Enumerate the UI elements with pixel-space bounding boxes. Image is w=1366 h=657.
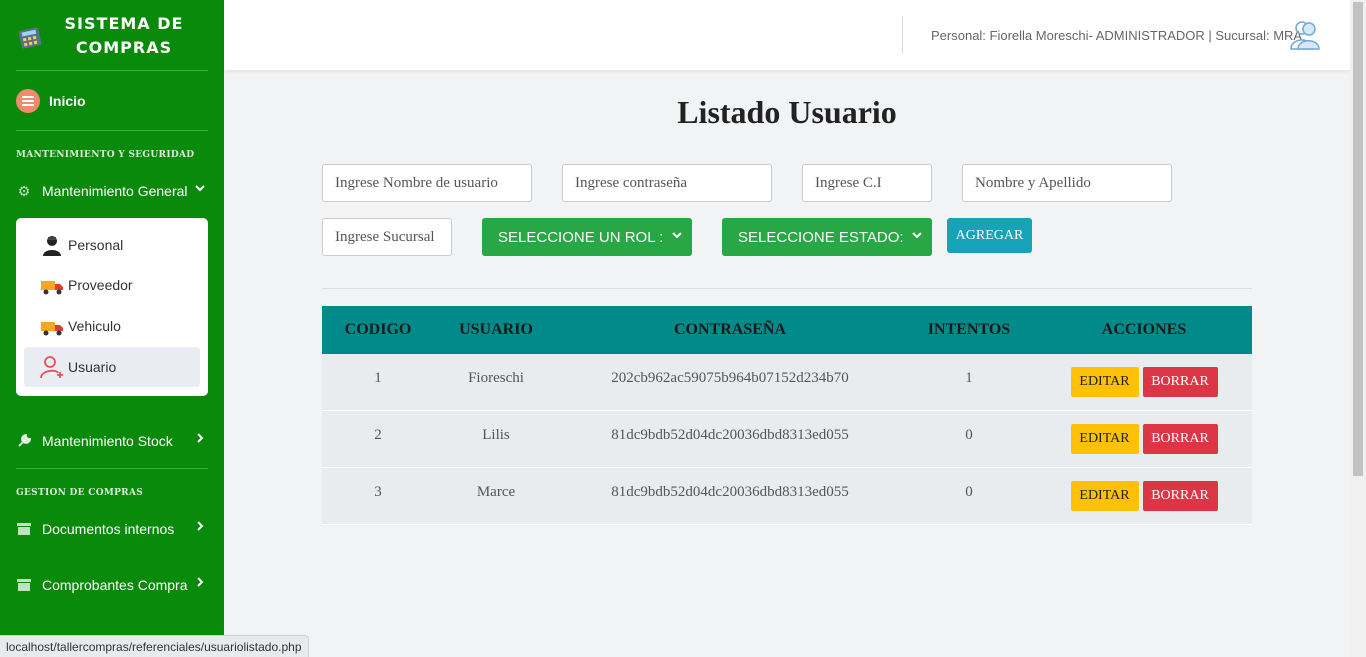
sidebar-section-heading: MANTENIMIENTO Y SEGURIDAD [16, 150, 195, 160]
cell-intentos: 0 [965, 426, 973, 443]
user-info[interactable]: Personal: Fiorella Moreschi- ADMINISTRAD… [931, 28, 1302, 43]
users-table: CODIGO USUARIO CONTRASEÑA INTENTOS ACCIO… [322, 306, 1252, 525]
calculator-logo-icon [18, 27, 42, 49]
sidebar-divider [16, 130, 208, 131]
add-button[interactable]: AGREGAR [947, 218, 1032, 253]
cell-acciones: EDITAR BORRAR [1036, 481, 1252, 511]
wrench-icon [16, 433, 32, 449]
rol-select-value: SELECCIONE UN ROL : [498, 228, 664, 246]
sidebar-item-inicio[interactable]: Inicio [16, 88, 86, 114]
cell-intentos: 1 [965, 369, 973, 386]
cell-usuario: Lilis [482, 426, 510, 443]
chevron-down-icon [672, 229, 682, 243]
edit-button[interactable]: EDITAR [1070, 424, 1139, 454]
username-input[interactable] [322, 164, 532, 202]
table-row: 3 Marce 81dc9bdb52d04dc20036dbd8313ed055… [322, 468, 1252, 525]
chevron-down-icon [912, 229, 922, 243]
sidebar-item-comprobantes-compra[interactable]: Comprobantes Compra [16, 573, 208, 597]
table-header: CODIGO USUARIO CONTRASEÑA INTENTOS ACCIO… [322, 306, 1252, 354]
submenu-mantenimiento-general: Personal Proveedor Vehiculo Usuario [16, 218, 208, 396]
cell-contrasena: 81dc9bdb52d04dc20036dbd8313ed055 [611, 483, 849, 500]
sidebar-item-vehiculo[interactable]: Vehiculo [24, 306, 200, 346]
cell-acciones: EDITAR BORRAR [1036, 424, 1252, 454]
ci-input[interactable] [802, 164, 932, 202]
sidebar-item-label: Proveedor [68, 277, 133, 293]
cell-codigo: 1 [374, 369, 382, 386]
table-row: 2 Lilis 81dc9bdb52d04dc20036dbd8313ed055… [322, 411, 1252, 468]
topbar: Personal: Fiorella Moreschi- ADMINISTRAD… [224, 0, 1350, 70]
estado-select-value: SELECCIONE ESTADO: [738, 228, 904, 246]
sidebar-divider [16, 70, 208, 71]
cell-codigo: 3 [374, 483, 382, 500]
cell-contrasena: 202cb962ac59075b964b07152d234b70 [611, 369, 849, 386]
sidebar-item-documentos-internos[interactable]: Documentos internos [16, 517, 208, 541]
gear-icon: ⚙ [17, 182, 31, 199]
table-row: 1 Fioreschi 202cb962ac59075b964b07152d23… [322, 354, 1252, 411]
chevron-right-icon [194, 431, 206, 447]
sidebar-item-personal[interactable]: Personal [24, 225, 200, 265]
edit-button[interactable]: EDITAR [1070, 367, 1139, 397]
users-avatar-icon[interactable] [1290, 19, 1320, 51]
topbar-divider [902, 16, 903, 54]
column-header-codigo: CODIGO [344, 321, 412, 338]
sidebar-item-mantenimiento-stock[interactable]: Mantenimiento Stock [16, 429, 208, 453]
column-header-intentos: INTENTOS [927, 321, 1011, 338]
user-add-icon [40, 356, 63, 379]
sidebar-divider [16, 468, 208, 469]
brand-title: SISTEMA DE COMPRAS [60, 12, 188, 60]
brand-title-line1: SISTEMA DE [64, 14, 184, 33]
delete-button[interactable]: BORRAR [1142, 367, 1218, 397]
archive-icon [16, 521, 32, 537]
password-input[interactable] [562, 164, 772, 202]
scrollbar-thumb[interactable] [1353, 2, 1363, 476]
brand[interactable]: SISTEMA DE COMPRAS [0, 0, 224, 70]
edit-button[interactable]: EDITAR [1070, 481, 1139, 511]
column-header-contrasena: CONTRASEÑA [673, 321, 786, 338]
sucursal-input[interactable] [322, 218, 452, 256]
sidebar-item-mantenimiento-general[interactable]: ⚙ Mantenimiento General [16, 179, 208, 203]
sidebar-item-label: Vehiculo [68, 318, 121, 334]
sidebar-item-label: Inicio [49, 93, 86, 109]
home-menu-icon [16, 89, 40, 113]
sidebar-item-label: Personal [68, 237, 124, 253]
sidebar-item-usuario[interactable]: Usuario [24, 347, 200, 387]
truck-icon [41, 322, 63, 336]
chevron-right-icon [194, 575, 206, 591]
page-scrollbar[interactable] [1350, 0, 1366, 657]
chevron-down-icon [194, 181, 206, 197]
sidebar-section-heading: GESTION DE COMPRAS [16, 488, 144, 498]
delete-button[interactable]: BORRAR [1142, 481, 1218, 511]
cell-acciones: EDITAR BORRAR [1036, 367, 1252, 397]
rol-select[interactable]: SELECCIONE UN ROL : [482, 218, 692, 256]
sidebar: SISTEMA DE COMPRAS Inicio MANTENIMIENTO … [0, 0, 224, 657]
cell-contrasena: 81dc9bdb52d04dc20036dbd8313ed055 [611, 426, 849, 443]
page-title: Listado Usuario [677, 94, 897, 130]
sidebar-item-label: Usuario [68, 359, 117, 375]
person-icon [43, 236, 61, 256]
estado-select[interactable]: SELECCIONE ESTADO: [722, 218, 932, 256]
nombre-apellido-input[interactable] [962, 164, 1172, 202]
column-header-usuario: USUARIO [459, 321, 533, 338]
section-divider [322, 288, 1252, 289]
status-url: localhost/tallercompras/referenciales/us… [0, 635, 309, 657]
cell-usuario: Marce [476, 483, 516, 500]
sidebar-item-proveedor[interactable]: Proveedor [24, 265, 200, 305]
cell-intentos: 0 [965, 483, 973, 500]
sidebar-item-label: Mantenimiento Stock [42, 433, 173, 449]
cell-codigo: 2 [374, 426, 382, 443]
column-header-acciones: ACCIONES [1101, 321, 1187, 338]
sidebar-item-label: Comprobantes Compra [42, 577, 188, 593]
chevron-right-icon [194, 519, 206, 535]
cell-usuario: Fioreschi [468, 369, 524, 386]
archive-icon [16, 577, 32, 593]
delete-button[interactable]: BORRAR [1142, 424, 1218, 454]
brand-title-line2: COMPRAS [75, 38, 173, 57]
sidebar-item-label: Mantenimiento General [42, 183, 188, 199]
truck-icon [41, 281, 63, 295]
sidebar-item-label: Documentos internos [42, 521, 175, 537]
